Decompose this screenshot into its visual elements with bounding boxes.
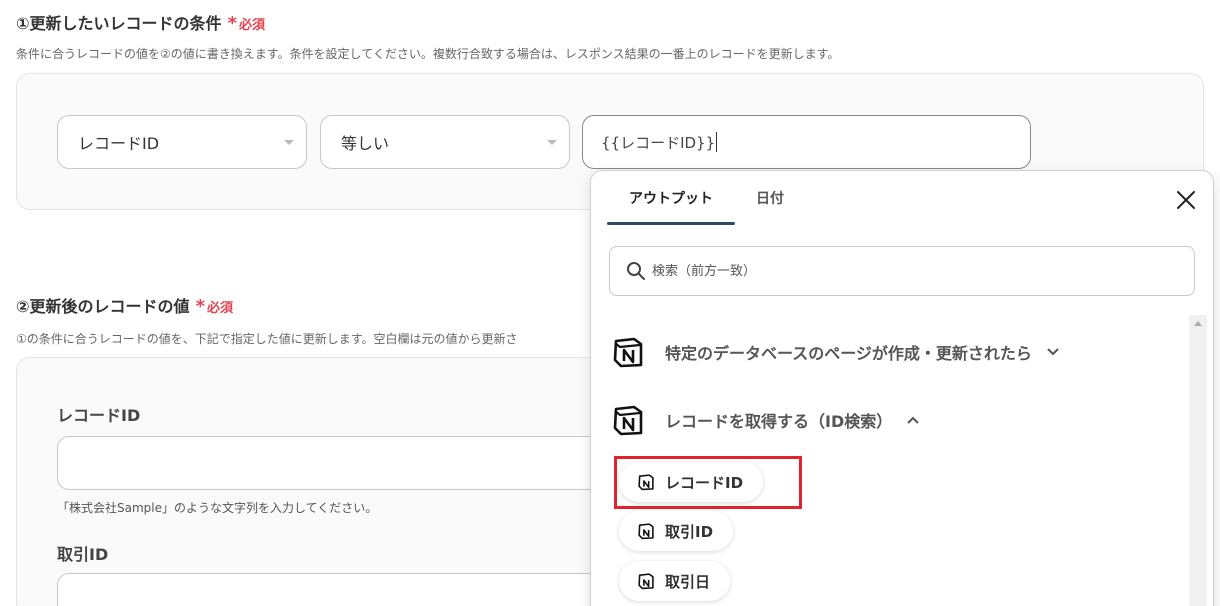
notion-logo-icon [638,523,654,540]
search-icon [627,262,645,280]
popup-tabs: アウトプット 日付 [591,171,1213,225]
field-label-record-id: レコードID [57,406,141,425]
chevron-down-icon [284,140,294,145]
chevron-up-icon [907,416,919,424]
notion-logo-icon [613,337,643,368]
notion-logo-icon [638,573,654,590]
record-id-input[interactable] [57,436,617,490]
text-cursor [716,132,718,152]
field-label-deal-id: 取引ID [57,545,109,564]
section2-title: ②更新後のレコードの値 * 必須 [16,296,233,317]
chevron-down-icon [1047,348,1059,356]
required-badge: * 必須 [227,13,265,34]
search-input[interactable] [652,263,1152,279]
group-get-record[interactable]: レコードを取得する（ID検索） [611,403,920,437]
section2-description: ①の条件に合うレコードの値を、下記で指定した値に更新します。空白欄は元の値から更… [16,332,518,346]
close-icon[interactable] [1175,189,1197,211]
highlight-box [614,456,802,509]
operator-select[interactable]: 等しい [320,115,570,169]
group-db-page-trigger[interactable]: 特定のデータベースのページが作成・更新されたら [611,335,1060,369]
tab-underline [607,222,735,225]
search-box[interactable] [609,246,1195,296]
tab-date[interactable]: 日付 [741,171,799,225]
notion-logo-icon [613,405,643,436]
item-deal-date[interactable]: 取引日 [619,561,731,601]
deal-id-input[interactable] [57,573,617,606]
scrollbar[interactable] [1189,315,1207,606]
section1-description: 条件に合うレコードの値を②の値に書き換えます。条件を設定してください。複数行合致… [16,47,840,61]
condition-value-input[interactable]: {{レコードID}} [582,115,1031,169]
section1-title: ①更新したいレコードの条件 * 必須 [16,13,265,34]
required-badge: * 必須 [195,296,233,317]
tab-output[interactable]: アウトプット [607,171,735,225]
record-id-hint: 「株式会社Sample」のような文字列を入力してください。 [57,501,378,515]
item-deal-id[interactable]: 取引ID [619,511,734,551]
field-select[interactable]: レコードID [57,115,307,169]
chevron-down-icon [547,140,557,145]
scroll-up-icon[interactable] [1194,321,1202,326]
variable-picker-popup: アウトプット 日付 特定のデータベースのページが作成・更新されたら [590,170,1214,606]
